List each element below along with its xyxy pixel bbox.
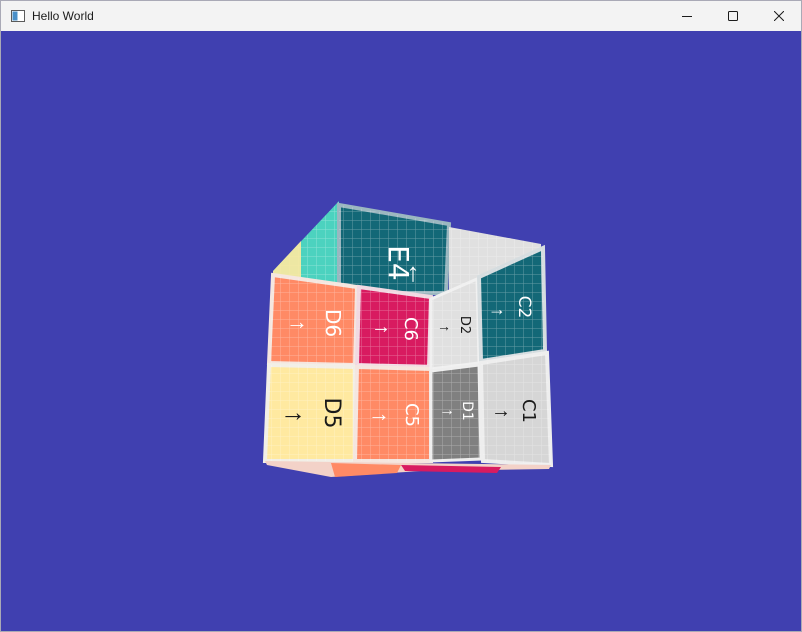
cube-face-d1: → D1	[429, 363, 483, 463]
arrow-right-icon: →	[368, 401, 390, 426]
arrow-right-icon: →	[371, 316, 391, 338]
maximize-button[interactable]	[710, 1, 756, 31]
face-label: D2	[457, 316, 472, 334]
app-window-icon	[11, 9, 25, 22]
arrow-right-icon: →	[488, 299, 506, 319]
cube-face-d6: → D6	[266, 272, 360, 368]
face-label: D5	[319, 398, 344, 429]
cube-face-c1: → C1	[478, 350, 554, 468]
window-title: Hello World	[32, 9, 94, 23]
arrow-up-icon: ↑	[407, 257, 420, 287]
face-label: C2	[514, 296, 534, 319]
cube-face-d5: → D5	[262, 362, 357, 463]
face-label: C6	[400, 317, 421, 341]
title-bar[interactable]: Hello World	[1, 1, 801, 31]
cube-face-c6: → C6	[354, 284, 434, 370]
3d-viewport[interactable]: E4 ↑ → D6 → C6 → D5 → C5 → D2 → C2 → D1 …	[1, 31, 801, 631]
app-window: Hello World E4 ↑ → D6 → C6 → D5 → C5 → D…	[0, 0, 802, 632]
cube-face-top-e4: E4 ↑	[337, 202, 452, 295]
close-button[interactable]	[756, 1, 801, 31]
arrow-right-icon: →	[280, 397, 306, 427]
maximize-icon	[728, 11, 738, 21]
arrow-right-icon: →	[439, 402, 455, 419]
face-label: D1	[459, 401, 475, 421]
arrow-right-icon: →	[437, 318, 451, 334]
cube-face-c5: → C5	[352, 364, 433, 463]
face-label: D6	[321, 309, 345, 337]
close-icon	[774, 11, 784, 21]
cube-scene[interactable]: E4 ↑ → D6 → C6 → D5 → C5 → D2 → C2 → D1 …	[1, 31, 801, 631]
arrow-right-icon: →	[286, 309, 308, 334]
minimize-icon	[682, 16, 692, 17]
arrow-right-icon: →	[491, 400, 511, 422]
face-label: C5	[401, 403, 422, 427]
minimize-button[interactable]	[664, 1, 710, 31]
face-label: C1	[518, 399, 539, 423]
